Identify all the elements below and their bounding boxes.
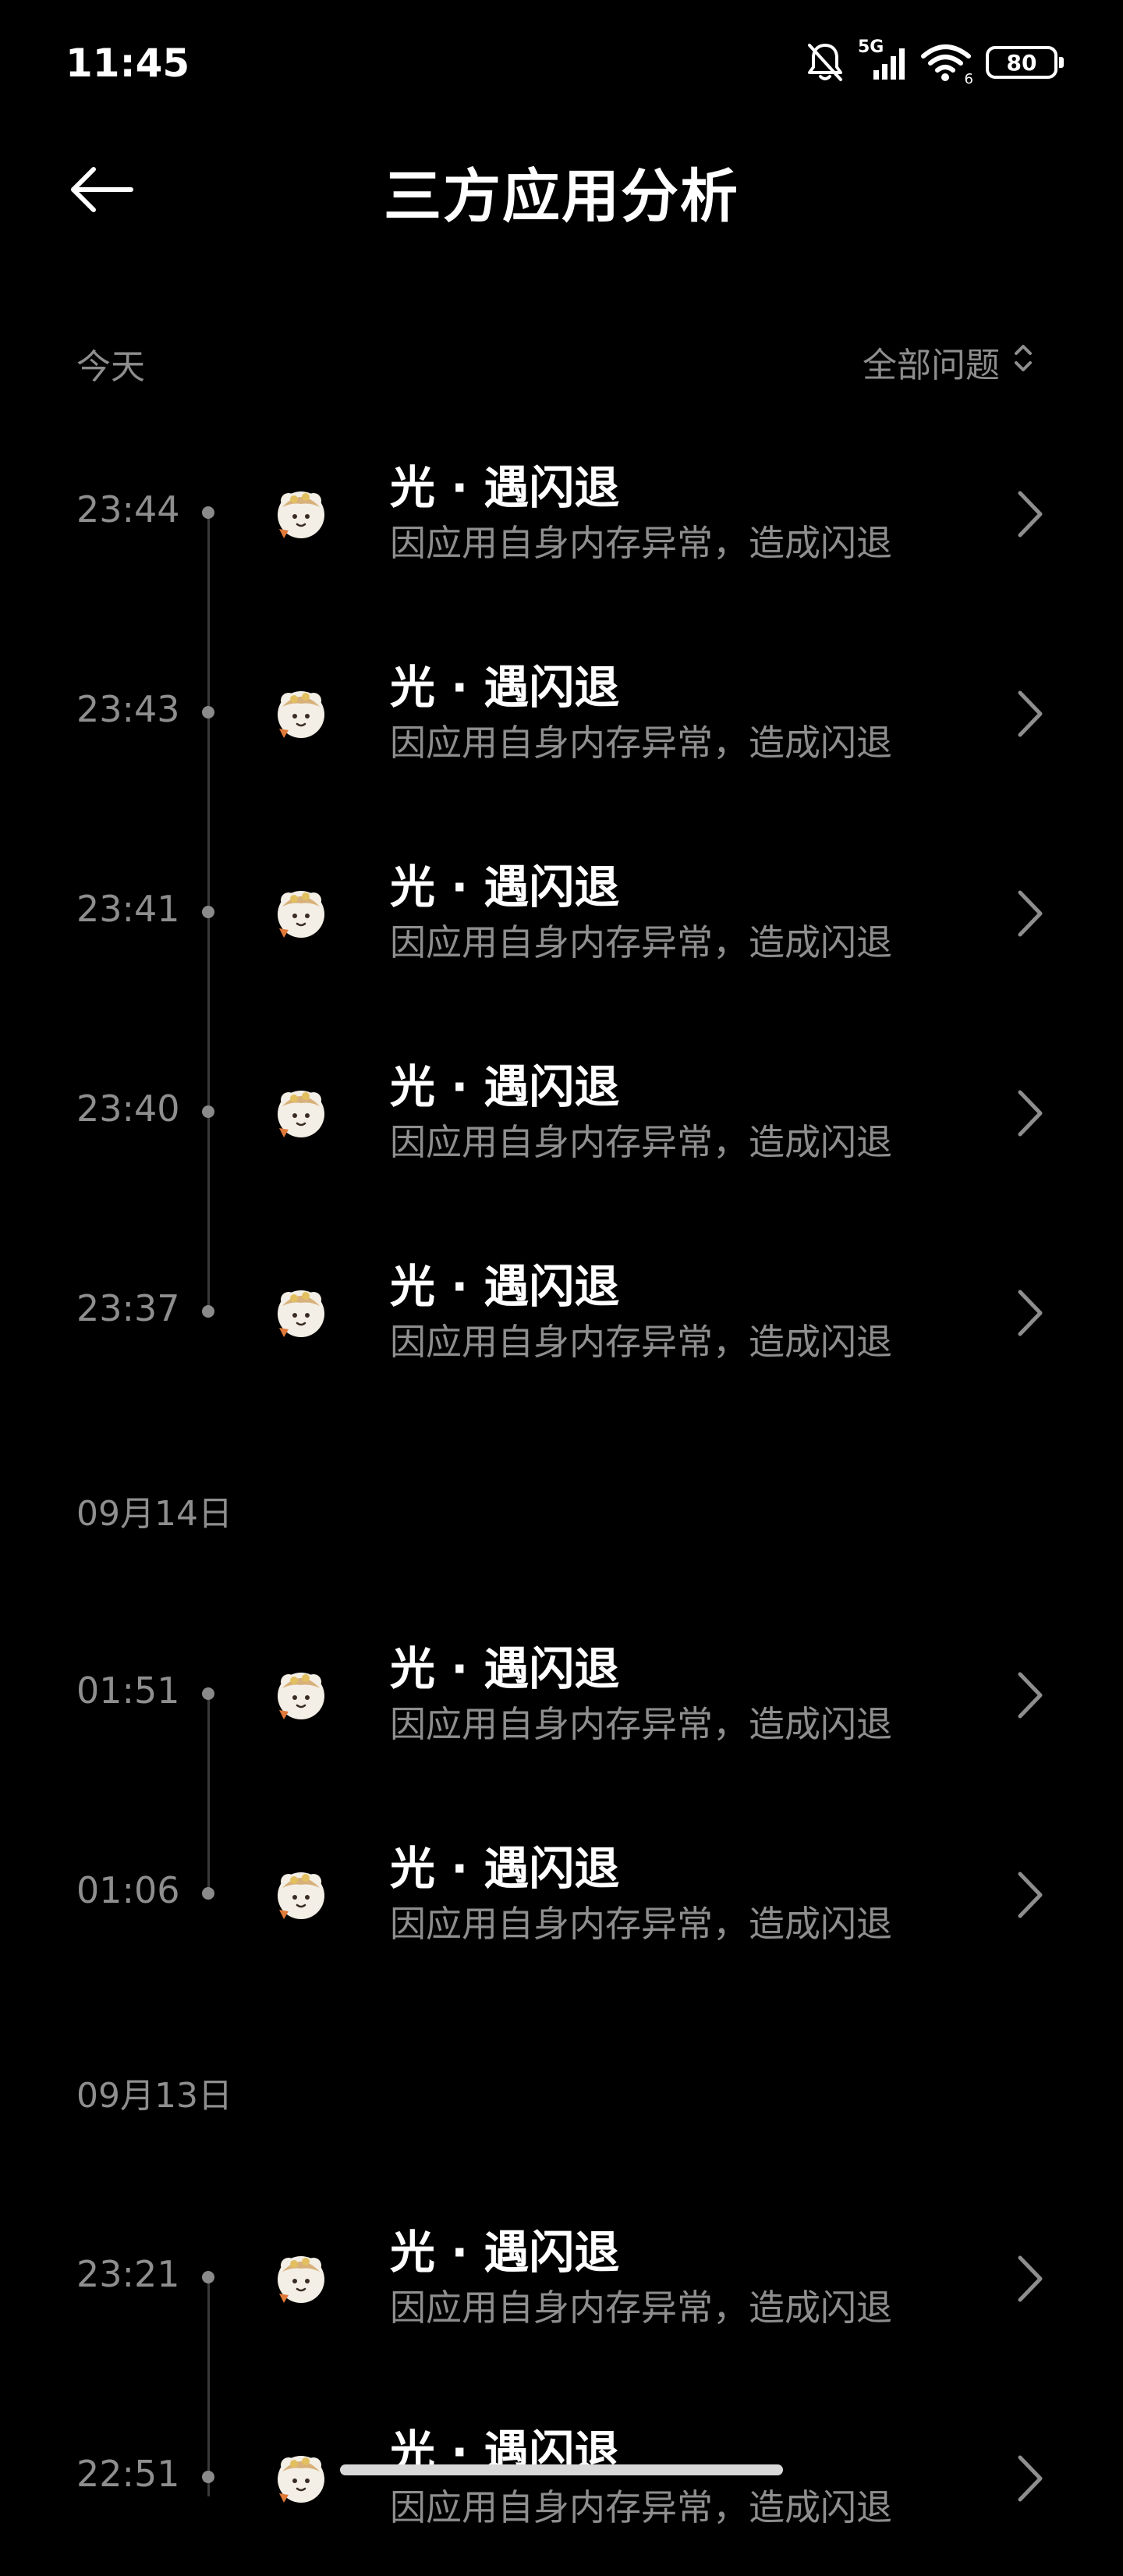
chevron-right-icon bbox=[1011, 687, 1050, 741]
crash-title: 光 · 遇闪退 bbox=[390, 661, 620, 714]
app-icon bbox=[271, 883, 331, 942]
crash-time: 23:43 bbox=[76, 688, 180, 730]
crash-time: 23:21 bbox=[76, 2253, 180, 2295]
wifi-sub-label: 6 bbox=[964, 71, 973, 87]
chevron-right-icon bbox=[1011, 886, 1050, 941]
crash-row[interactable]: 23:37 光 · 遇闪退 因应用自身内存异常，造成闪退 bbox=[0, 1211, 1123, 1410]
section-label-0913: 09月13日 bbox=[76, 2076, 232, 2116]
crash-time: 01:06 bbox=[76, 1869, 180, 1911]
home-indicator[interactable] bbox=[340, 2464, 783, 2475]
app-icon bbox=[271, 484, 331, 543]
crash-time: 23:41 bbox=[76, 888, 180, 930]
crash-description: 因应用自身内存异常，造成闪退 bbox=[390, 2486, 892, 2528]
filter-label: 全部问题 bbox=[863, 346, 1000, 385]
timeline-dot bbox=[202, 1105, 214, 1118]
section-label-0914: 09月14日 bbox=[76, 1494, 232, 1534]
timeline-dot bbox=[202, 2271, 214, 2283]
crash-row[interactable]: 23:43 光 · 遇闪退 因应用自身内存异常，造成闪退 bbox=[0, 612, 1123, 811]
sort-updown-icon bbox=[1012, 341, 1034, 384]
app-icon bbox=[271, 1083, 331, 1142]
crash-row[interactable]: 22:51 光 · 遇闪退 因应用自身内存异常，造成闪退 bbox=[0, 2376, 1123, 2576]
bell-off-icon bbox=[805, 41, 845, 84]
crash-description: 因应用自身内存异常，造成闪退 bbox=[390, 1321, 892, 1363]
crash-description: 因应用自身内存异常，造成闪退 bbox=[390, 722, 892, 764]
crash-title: 光 · 遇闪退 bbox=[390, 1642, 620, 1695]
crash-time: 23:40 bbox=[76, 1088, 180, 1130]
chevron-right-icon bbox=[1011, 1868, 1050, 1922]
battery-level: 80 bbox=[1006, 49, 1037, 76]
page-title: 三方应用分析 bbox=[384, 163, 739, 230]
timeline-dot bbox=[202, 1687, 214, 1700]
crash-row[interactable]: 23:41 光 · 遇闪退 因应用自身内存异常，造成闪退 bbox=[0, 811, 1123, 1011]
chevron-right-icon bbox=[1011, 487, 1050, 541]
crash-title: 光 · 遇闪退 bbox=[390, 461, 620, 514]
crash-description: 因应用自身内存异常，造成闪退 bbox=[390, 1703, 892, 1745]
header: 三方应用分析 bbox=[0, 133, 1123, 250]
crash-row[interactable]: 23:40 光 · 遇闪退 因应用自身内存异常，造成闪退 bbox=[0, 1011, 1123, 1211]
crash-time: 22:51 bbox=[76, 2453, 180, 2495]
crash-title: 光 · 遇闪退 bbox=[390, 2226, 620, 2279]
chevron-right-icon bbox=[1011, 1086, 1050, 1141]
crash-time: 23:44 bbox=[76, 488, 180, 530]
crash-row[interactable]: 01:51 光 · 遇闪退 因应用自身内存异常，造成闪退 bbox=[0, 1593, 1123, 1793]
app-icon bbox=[271, 2248, 331, 2308]
section-label-today: 今天 bbox=[76, 347, 145, 387]
timeline-dot bbox=[202, 2471, 214, 2483]
crash-description: 因应用自身内存异常，造成闪退 bbox=[390, 522, 892, 564]
chevron-right-icon bbox=[1011, 1286, 1050, 1340]
timeline-dot bbox=[202, 706, 214, 719]
crash-time: 01:51 bbox=[76, 1669, 180, 1712]
battery-icon: 80 bbox=[986, 46, 1064, 79]
timeline-dot bbox=[202, 906, 214, 918]
signal-icon: 5G bbox=[858, 37, 908, 84]
chevron-right-icon bbox=[1011, 2451, 1050, 2506]
crash-title: 光 · 遇闪退 bbox=[390, 1842, 620, 1895]
timeline-dot bbox=[202, 1305, 214, 1318]
app-icon bbox=[271, 2448, 331, 2507]
timeline-dot bbox=[202, 1887, 214, 1900]
crash-time: 23:37 bbox=[76, 1287, 180, 1329]
chevron-right-icon bbox=[1011, 2251, 1050, 2306]
chevron-right-icon bbox=[1011, 1668, 1050, 1723]
crash-row[interactable]: 23:44 光 · 遇闪退 因应用自身内存异常，造成闪退 bbox=[0, 412, 1123, 612]
crash-title: 光 · 遇闪退 bbox=[390, 1260, 620, 1313]
crash-description: 因应用自身内存异常，造成闪退 bbox=[390, 1903, 892, 1945]
status-icons: 5G 6 80 bbox=[805, 37, 1064, 87]
filter-dropdown[interactable]: 全部问题 bbox=[863, 337, 1034, 387]
crash-row[interactable]: 01:06 光 · 遇闪退 因应用自身内存异常，造成闪退 bbox=[0, 1793, 1123, 1992]
crash-title: 光 · 遇闪退 bbox=[390, 860, 620, 914]
status-bar: 11:45 5G 6 80 bbox=[0, 0, 1123, 133]
app-icon bbox=[271, 1865, 331, 1924]
app-icon bbox=[271, 1665, 331, 1724]
status-time: 11:45 bbox=[66, 41, 190, 86]
crash-description: 因应用自身内存异常，造成闪退 bbox=[390, 921, 892, 963]
wifi-icon: 6 bbox=[920, 41, 973, 87]
crash-row[interactable]: 23:21 光 · 遇闪退 因应用自身内存异常，造成闪退 bbox=[0, 2177, 1123, 2376]
timeline-dot bbox=[202, 506, 214, 519]
crash-description: 因应用自身内存异常，造成闪退 bbox=[390, 2287, 892, 2329]
crash-description: 因应用自身内存异常，造成闪退 bbox=[390, 1121, 892, 1163]
app-icon bbox=[271, 1283, 331, 1342]
app-icon bbox=[271, 683, 331, 743]
crash-title: 光 · 遇闪退 bbox=[390, 1060, 620, 1113]
